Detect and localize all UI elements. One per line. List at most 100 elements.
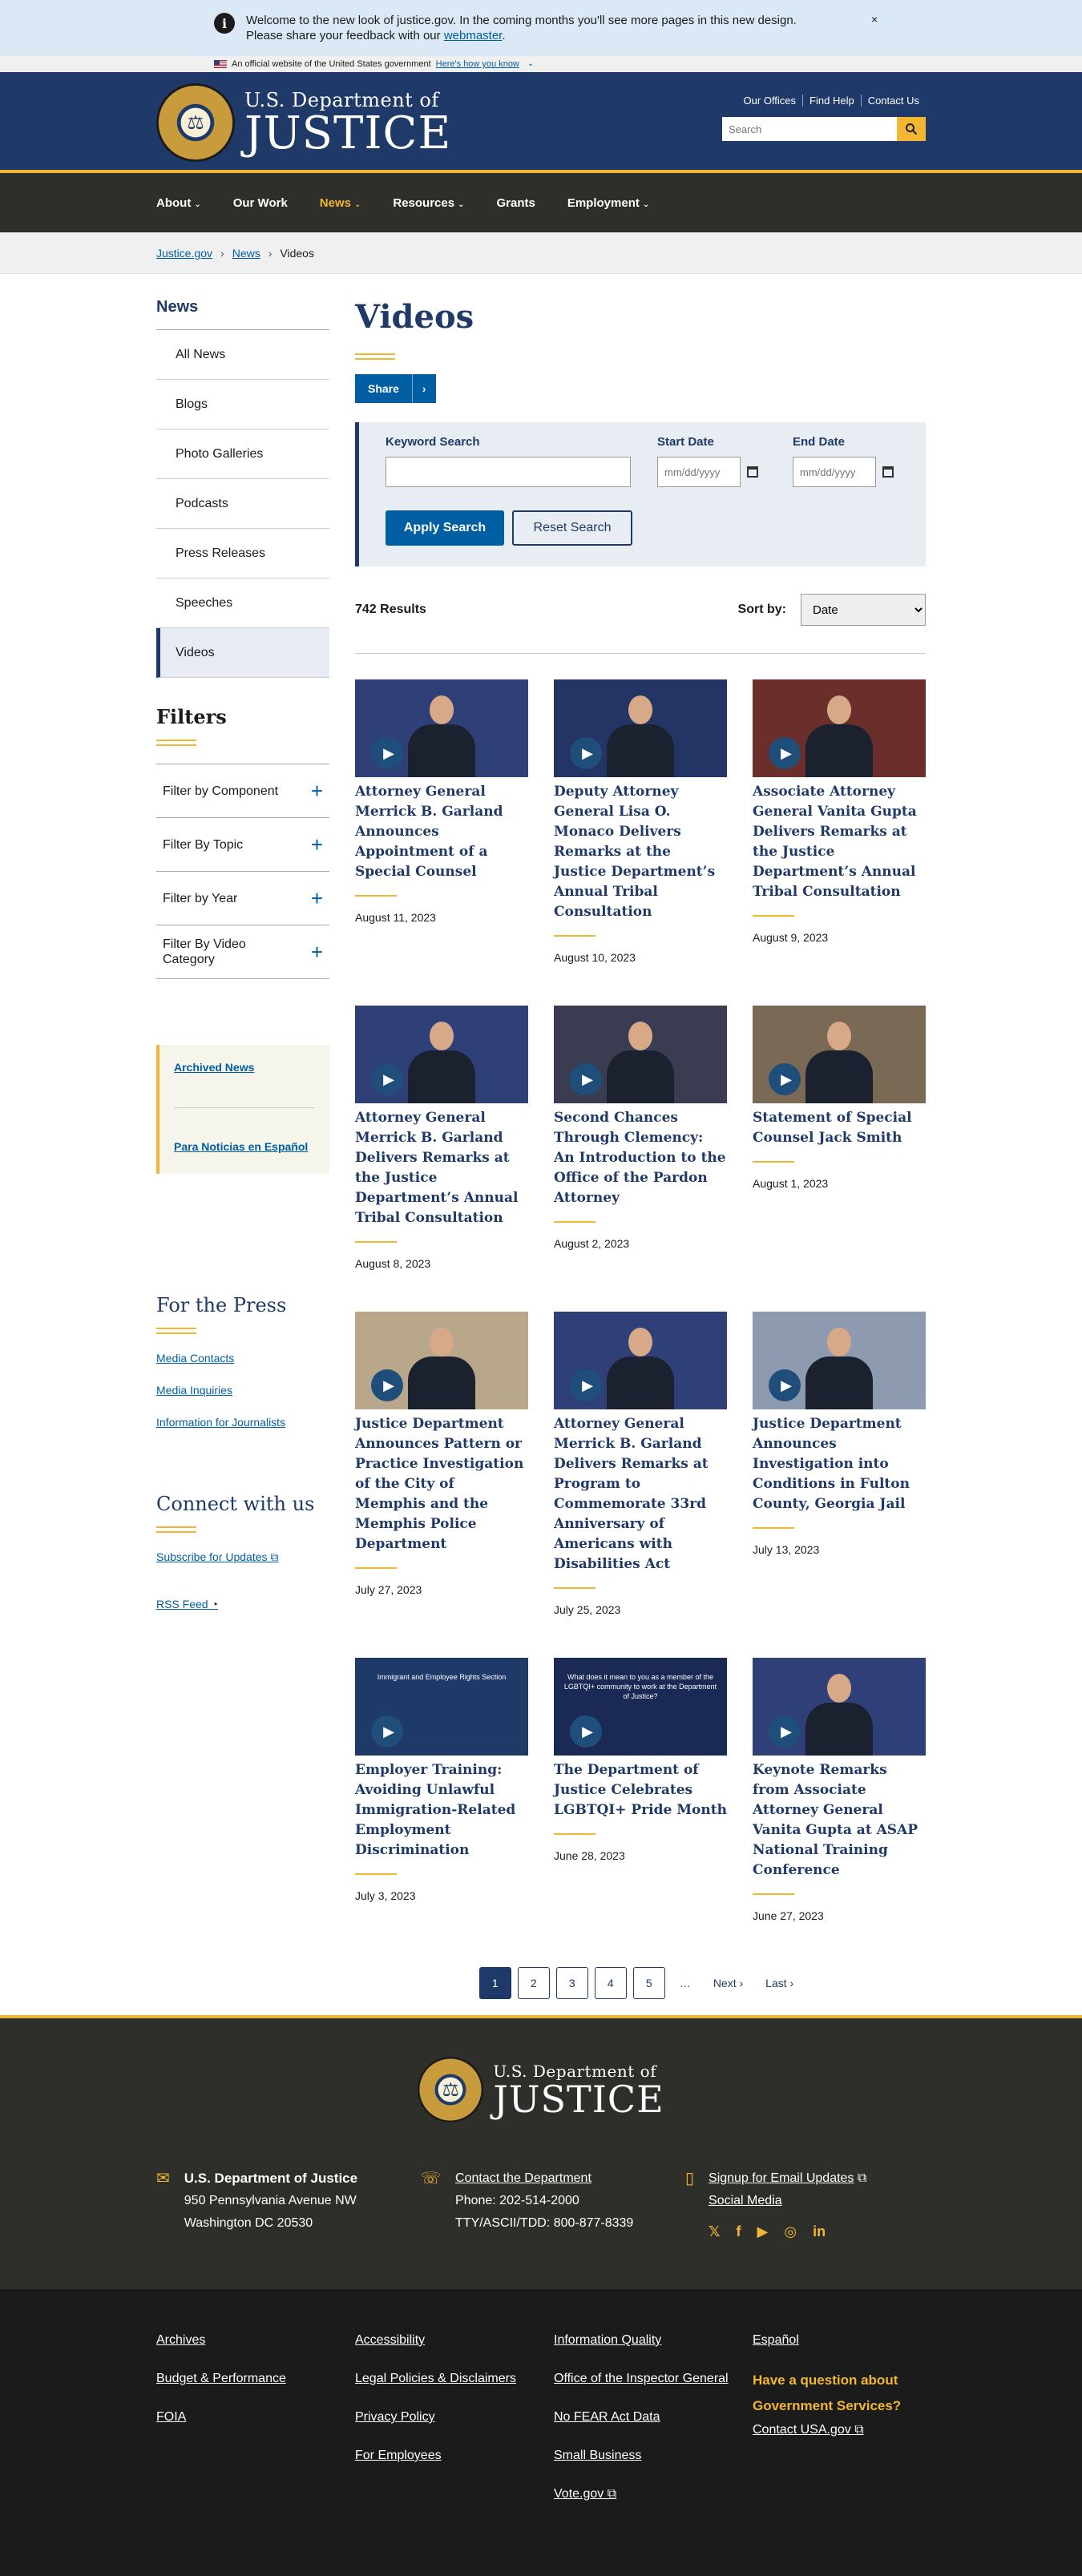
video-title[interactable]: Associate Attorney General Vanita Gupta … [753,782,926,902]
calendar-icon[interactable] [747,466,758,478]
contact-department-link[interactable]: Contact the Department [455,2171,591,2185]
video-thumbnail[interactable]: ▶ [753,1658,926,1756]
footer-link-for-employees[interactable]: For Employees [355,2445,554,2467]
end-date-input[interactable] [793,457,876,487]
video-title[interactable]: Second Chances Through Clemency: An Intr… [554,1108,727,1208]
video-thumbnail[interactable]: ▶ [554,1006,727,1103]
journalists-info-link[interactable]: Information for Journalists [156,1416,329,1429]
search-input[interactable] [722,117,897,141]
filter-accordion[interactable]: Filter By Topic + [156,818,329,872]
page-4-button[interactable]: 4 [594,1967,627,1999]
start-date-input[interactable] [657,457,741,487]
play-icon[interactable]: ▶ [371,737,403,769]
footer-link-office-of-the-inspector-general[interactable]: Office of the Inspector General [554,2368,753,2390]
video-card[interactable]: ▶ Statement of Special Counsel Jack Smith… [753,1006,926,1270]
video-title[interactable]: Employer Training: Avoiding Unlawful Imm… [355,1760,528,1860]
search-button[interactable] [897,117,926,141]
play-icon[interactable]: ▶ [371,1715,403,1748]
next-page-button[interactable]: Next › [705,1977,751,1989]
video-card[interactable]: ▶ Attorney General Merrick B. Garland Del… [554,1312,727,1616]
youtube-icon[interactable]: ▶ [757,2220,769,2243]
media-inquiries-link[interactable]: Media Inquiries [156,1384,329,1397]
footer-link-foia[interactable]: FOIA [156,2406,355,2429]
footer-link-budget-performance[interactable]: Budget & Performance [156,2368,355,2390]
close-icon[interactable]: × [871,13,878,26]
subscribe-link[interactable]: Subscribe for Updates ⧉ [156,1550,329,1564]
sidebar-item-videos[interactable]: Videos [156,628,329,678]
our-offices-link[interactable]: Our Offices [737,95,803,107]
filter-accordion[interactable]: Filter By Video Category + [156,925,329,979]
find-help-link[interactable]: Find Help [802,95,861,107]
linkedin-icon[interactable]: in [813,2220,826,2243]
video-thumbnail[interactable]: ▶ [554,679,727,777]
nav-item-grants[interactable]: Grants [496,196,535,210]
espanol-link[interactable]: Español [753,2329,951,2352]
video-title[interactable]: Attorney General Merrick B. Garland Deli… [554,1414,727,1574]
page-3-button[interactable]: 3 [555,1967,588,1999]
keyword-search-input[interactable] [386,457,631,487]
play-icon[interactable]: ▶ [769,1715,801,1748]
video-card[interactable]: ▶ Associate Attorney General Vanita Gupta… [753,679,926,964]
twitter-icon[interactable]: 𝕏 [709,2220,721,2243]
apply-search-button[interactable]: Apply Search [386,510,504,546]
play-icon[interactable]: ▶ [371,1369,403,1401]
video-title[interactable]: The Department of Justice Celebrates LGB… [554,1760,727,1820]
email-updates-link[interactable]: Signup for Email Updates [709,2171,854,2185]
social-media-link[interactable]: Social Media [709,2194,782,2207]
filter-accordion[interactable]: Filter by Year + [156,872,329,925]
page-1-button[interactable]: 1 [478,1967,511,1999]
video-title[interactable]: Deputy Attorney General Lisa O. Monaco D… [554,782,727,922]
video-card[interactable]: ▶ Attorney General Merrick B. Garland Ann… [355,679,528,964]
nav-item-news[interactable]: News ⌄ [320,196,361,210]
video-title[interactable]: Attorney General Merrick B. Garland Deli… [355,1108,528,1228]
facebook-icon[interactable]: f [737,2220,741,2243]
video-card[interactable]: ▶ Keynote Remarks from Associate Attorney… [753,1658,926,1922]
footer-link-archives[interactable]: Archives [156,2329,355,2352]
video-title[interactable]: Justice Department Announces Investigati… [753,1414,926,1514]
video-thumbnail[interactable]: ▶ [753,1006,926,1103]
footer-link-small-business[interactable]: Small Business [554,2445,753,2467]
video-title[interactable]: Justice Department Announces Pattern or … [355,1414,528,1554]
video-card[interactable]: ▶ Second Chances Through Clemency: An Int… [554,1006,727,1270]
footer-link-vote-gov[interactable]: Vote.gov ⧉ [554,2483,753,2505]
page-5-button[interactable]: 5 [632,1967,665,1999]
calendar-icon[interactable] [882,466,894,478]
filter-accordion[interactable]: Filter by Component + [156,764,329,818]
media-contacts-link[interactable]: Media Contacts [156,1352,329,1365]
spanish-news-link[interactable]: Para Noticias en Español [174,1140,308,1153]
usa-gov-link[interactable]: Contact USA.gov ⧉ [753,2419,951,2441]
video-card[interactable]: ▶ Attorney General Merrick B. Garland Del… [355,1006,528,1270]
footer-logo[interactable]: U.S. Department of JUSTICE [0,2018,1082,2122]
video-card[interactable]: ▶ Deputy Attorney General Lisa O. Monaco … [554,679,727,964]
sidebar-item-all-news[interactable]: All News [156,330,329,380]
sidebar-item-press-releases[interactable]: Press Releases [156,529,329,578]
last-page-button[interactable]: Last › [757,1977,801,1989]
play-icon[interactable]: ▶ [769,1063,801,1095]
video-thumbnail[interactable]: What does it mean to you as a member of … [554,1658,727,1756]
sidebar-item-speeches[interactable]: Speeches [156,578,329,628]
sidebar-item-blogs[interactable]: Blogs [156,380,329,429]
play-icon[interactable]: ▶ [371,1063,403,1095]
site-logo[interactable]: U.S. Department of JUSTICE [156,83,451,162]
video-thumbnail[interactable]: Immigrant and Employee Rights Section ▶ [355,1658,528,1756]
webmaster-link[interactable]: webmaster [444,29,503,42]
sort-select[interactable]: Date [801,594,926,626]
footer-link-privacy-policy[interactable]: Privacy Policy [355,2406,554,2429]
breadcrumb-news[interactable]: News [232,247,260,260]
play-icon[interactable]: ▶ [570,737,602,769]
footer-link-legal-policies-disclaimers[interactable]: Legal Policies & Disclaimers [355,2368,554,2390]
sidebar-item-photo-galleries[interactable]: Photo Galleries [156,429,329,479]
video-thumbnail[interactable]: ▶ [355,1312,528,1409]
video-thumbnail[interactable]: ▶ [753,1312,926,1409]
video-thumbnail[interactable]: ▶ [355,679,528,777]
video-title[interactable]: Keynote Remarks from Associate Attorney … [753,1760,926,1881]
nav-item-employment[interactable]: Employment ⌄ [567,196,649,210]
video-card[interactable]: Immigrant and Employee Rights Section ▶ Em… [355,1658,528,1922]
video-card[interactable]: ▶ Justice Department Announces Pattern or… [355,1312,528,1616]
play-icon[interactable]: ▶ [570,1063,602,1095]
video-title[interactable]: Attorney General Merrick B. Garland Anno… [355,782,528,882]
nav-item-resources[interactable]: Resources ⌄ [393,196,464,210]
nav-item-about[interactable]: About ⌄ [156,196,201,210]
footer-link-information-quality[interactable]: Information Quality [554,2329,753,2352]
play-icon[interactable]: ▶ [570,1369,602,1401]
